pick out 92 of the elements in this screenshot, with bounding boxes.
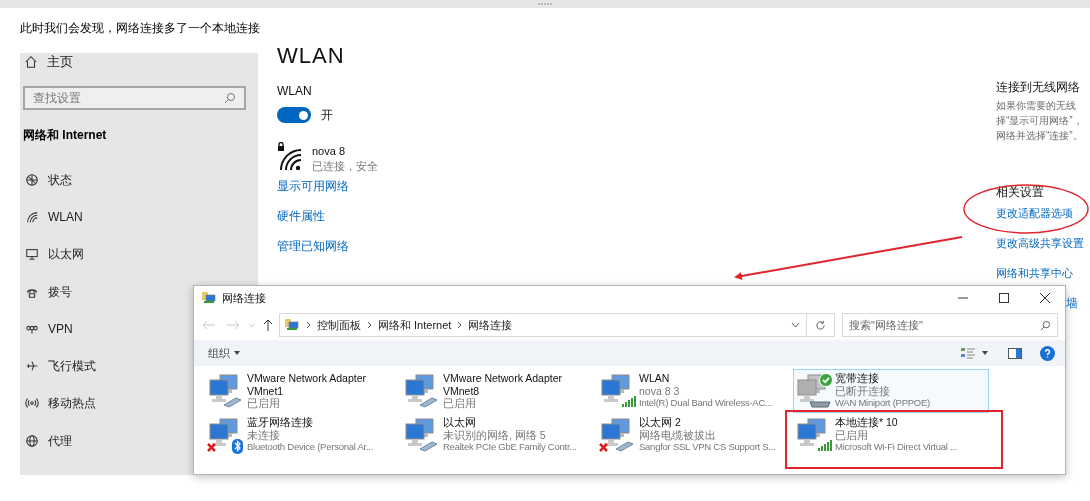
monitor-icon [25, 247, 39, 262]
related-link[interactable]: 更改高级共享设置 [996, 234, 1084, 252]
sidebar-item[interactable]: 以太网 [25, 235, 84, 273]
device-name: Realtek PCIe GbE Family Contr... [443, 441, 577, 454]
connection-name: 宽带连接 [835, 372, 880, 385]
breadcrumb-item[interactable]: 控制面板 [317, 316, 361, 334]
network-connection-item[interactable]: WLAN nova 8 3 Intel(R) Dual Band Wireless-AC... [597, 369, 793, 413]
settings-link[interactable]: 管理已知网络 [277, 237, 349, 255]
network-connection-item[interactable]: 本地连接* 10 已启用 Microsoft Wi-Fi Direct Virtual ... [793, 413, 989, 457]
breadcrumb-item[interactable]: 网络连接 [468, 316, 513, 334]
network-connection-item[interactable]: 以太网 2 网络电缆被拔出 Sangfor SSL VPN CS Support S... [597, 413, 793, 457]
sidebar-item[interactable]: 移动热点 [25, 384, 96, 423]
toggle-label: WLAN [277, 84, 313, 98]
network-connection-item[interactable]: 以太网 未识别的网络, 网络 5 Realtek PCIe GbE Family Contr... [401, 413, 597, 457]
home-icon [24, 55, 38, 69]
chevron-right-icon [457, 321, 463, 329]
device-name: Bluetooth Device (Personal Ar... [247, 441, 374, 454]
network-connection-item[interactable]: VMware Network Adapter VMnet1 已启用 [205, 369, 401, 413]
search-field[interactable]: 搜索"网络连接" [842, 313, 1058, 337]
wifi-icon [25, 209, 39, 224]
related-link[interactable]: 网络和共享中心 [996, 264, 1073, 282]
connection-name: 以太网 [443, 416, 477, 429]
network-connection-item[interactable]: 宽带连接 已断开连接 WAN Miniport (PPPOE) [793, 369, 989, 413]
airplane-icon [25, 359, 39, 374]
refresh-button[interactable] [807, 313, 835, 337]
device-name: WAN Miniport (PPPOE) [835, 397, 930, 410]
chevron-down-icon[interactable] [791, 322, 800, 328]
aside-text: 如果你需要的无线 [996, 99, 1077, 113]
address-bar[interactable]: 控制面板 网络和 Internet 网络连接 [279, 313, 807, 337]
connection-name: WLAN [639, 372, 671, 385]
aside-text: 网络并选择“连接”。 [996, 129, 1084, 143]
close-icon [1040, 293, 1050, 303]
network-connection-item[interactable]: 蓝牙网络连接 未连接 Bluetooth Device (Personal Ar... [205, 413, 401, 457]
device-name: Microsoft Wi-Fi Direct Virtual ... [835, 441, 958, 454]
caret-icon [234, 351, 240, 355]
refresh-icon [815, 319, 826, 331]
network-name: nova 8 [312, 144, 347, 159]
network-connection-item[interactable]: VMware Network Adapter VMnet8 已启用 [401, 369, 597, 413]
connection-name: 本地连接* 10 [835, 416, 899, 429]
preview-pane-icon[interactable] [1008, 347, 1022, 359]
aside-text: 择“显示可用网络”， [996, 114, 1084, 128]
chevron-right-icon [306, 321, 311, 329]
network-status: 已连接，安全 [312, 159, 378, 174]
control-panel-icon [284, 318, 300, 332]
help-icon[interactable] [1040, 345, 1055, 361]
organize-menu[interactable]: 组织 [208, 344, 240, 362]
search-field[interactable]: 查找设置 [23, 86, 246, 110]
connection-status: nova 8 3 [639, 384, 681, 398]
aside-heading: 连接到无线网络 [996, 80, 1081, 94]
window-title: 网络连接 [222, 290, 266, 306]
search-icon [1040, 319, 1051, 331]
breadcrumb-item[interactable]: 网络和 Internet [378, 316, 452, 334]
network-folder-icon [201, 291, 217, 305]
connection-status: 未识别的网络, 网络 5 [443, 428, 547, 442]
up-arrow-icon[interactable] [263, 319, 273, 331]
connection-name: VMware Network Adapter VMnet1 [247, 372, 368, 398]
caret-icon[interactable] [982, 351, 988, 355]
toggle-state: 开 [321, 107, 333, 124]
section-heading: 网络和 Internet [23, 127, 108, 143]
connection-status: 已启用 [247, 397, 281, 410]
connection-status: 未连接 [247, 428, 281, 442]
settings-link[interactable]: 硬件属性 [277, 207, 325, 225]
sidebar-item[interactable]: 飞行模式 [25, 347, 96, 385]
view-options-icon[interactable] [961, 347, 975, 359]
search-icon [224, 92, 236, 104]
caption-text: 此时我们会发现，网络连接多了一个本地连接 [20, 21, 260, 35]
sidebar-item[interactable]: VPN [25, 310, 73, 348]
connection-name: 以太网 2 [639, 416, 682, 429]
connection-status: 已启用 [443, 397, 477, 410]
page-title: WLAN [277, 48, 346, 69]
sidebar-item[interactable]: 拨号 [25, 272, 72, 311]
connection-name: 蓝牙网络连接 [247, 416, 314, 429]
device-name: Intel(R) Dual Band Wireless-AC... [639, 397, 773, 410]
settings-link[interactable]: 显示可用网络 [277, 177, 349, 195]
sidebar-item[interactable]: WLAN [25, 198, 83, 236]
sidebar-item[interactable]: 状态 [25, 161, 72, 199]
device-name: Sangfor SSL VPN CS Support S... [639, 441, 776, 454]
status-icon [25, 172, 39, 187]
toggle-switch[interactable] [277, 107, 311, 123]
related-heading: 相关设置 [996, 185, 1045, 200]
related-link[interactable]: 更改适配器选项 [996, 204, 1073, 222]
home-nav-item[interactable]: 主页 [24, 53, 73, 72]
maximize-icon [999, 293, 1009, 303]
connection-status: 已启用 [835, 428, 869, 442]
connection-status: 网络电缆被拔出 [639, 428, 717, 442]
sidebar-item[interactable]: 代理 [25, 422, 72, 460]
drag-handle-icon[interactable] [538, 3, 552, 5]
connection-status: 已断开连接 [835, 384, 891, 398]
chevron-right-icon [367, 321, 372, 329]
connection-name: VMware Network Adapter VMnet8 [443, 372, 564, 398]
related-link[interactable]: 墙 [1066, 294, 1078, 312]
globe-icon [25, 433, 39, 448]
